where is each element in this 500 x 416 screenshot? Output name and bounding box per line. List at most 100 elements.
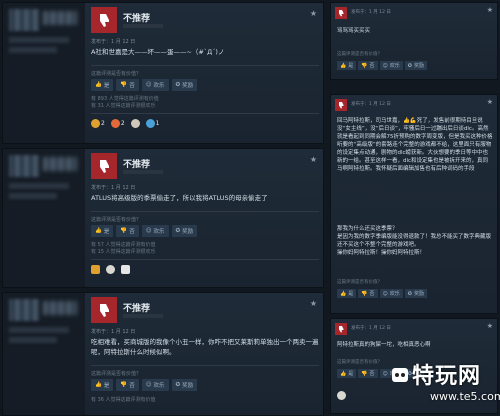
review-card: ★ 发布于：1 月 12 日 回马阿特拉斯，司马世嘉，👍💪死了，发售前很期待目旦… xyxy=(330,94,498,314)
garlic-icon xyxy=(106,265,115,274)
vote-yes-button[interactable]: 👍 是 xyxy=(337,61,357,70)
helpful-question: 这篇评测是否有价值？ xyxy=(91,371,142,377)
award-label: 奖励 xyxy=(182,383,194,389)
award-item[interactable] xyxy=(130,119,140,128)
helpful-question: 这篇评测是否有价值？ xyxy=(337,52,382,57)
laugh-icon: ☺ xyxy=(382,62,388,69)
avatar[interactable] xyxy=(9,299,39,321)
heart-eyes-icon xyxy=(91,119,100,128)
avatar[interactable] xyxy=(9,9,39,31)
award-button[interactable]: ✪ 奖励 xyxy=(171,225,198,237)
helpful-question: 这篇评测是否有价值？ xyxy=(337,360,382,365)
star-icon[interactable]: ★ xyxy=(487,6,493,14)
review-verdict: 不推荐 xyxy=(123,14,151,24)
star-icon[interactable]: ★ xyxy=(310,299,317,308)
laugh-icon xyxy=(110,119,120,128)
star-icon[interactable]: ★ xyxy=(487,98,493,106)
posted-date: 发布于：1 月 12 日 xyxy=(351,10,391,15)
vote-funny-button[interactable]: ☺欢乐 xyxy=(141,225,169,237)
reviewer-name[interactable] xyxy=(43,301,77,315)
divider xyxy=(91,259,319,260)
vote-yes-button[interactable]: 👍 是 xyxy=(337,289,357,298)
award-label: 奖励 xyxy=(413,63,424,69)
thumbs-down-icon xyxy=(91,153,117,179)
vote-funny-button[interactable]: ☺欢乐 xyxy=(379,289,403,298)
helpful-count: 有 893 人觉得这篇评测有价值 xyxy=(91,96,159,102)
posted-date: 发布于：1 月 12 日 xyxy=(351,102,391,107)
award-count: 2 xyxy=(120,120,125,127)
star-icon[interactable]: ★ xyxy=(310,9,317,18)
playtime xyxy=(123,170,163,174)
award-button[interactable]: ✪ 奖励 xyxy=(404,61,427,70)
camera-icon xyxy=(121,265,130,274)
vote-yes-label: 是 xyxy=(103,383,110,389)
vote-no-label: 否 xyxy=(129,383,135,389)
thumbs-up-icon: 👍 xyxy=(340,62,347,69)
award-count: 1 xyxy=(155,120,160,127)
star-icon[interactable]: ★ xyxy=(310,155,317,164)
award-item[interactable] xyxy=(106,265,115,274)
funny-count: 有 31 人觉得这篇评测很欢乐 xyxy=(91,103,156,109)
vote-funny-label: 欢乐 xyxy=(153,229,165,235)
reviewer-meta xyxy=(9,183,69,189)
vote-yes-button[interactable]: 👍 是 xyxy=(91,379,114,391)
vote-no-button[interactable]: 👎 否 xyxy=(358,369,378,378)
review-text: ATLUS将高级版的季票偷走了，所以我将ATLUS的母亲偷走了 xyxy=(91,194,268,202)
vote-funny-button[interactable]: ☺欢乐 xyxy=(379,61,403,70)
thumbs-down-icon xyxy=(91,7,117,33)
vote-no-label: 否 xyxy=(369,291,375,297)
award-item[interactable]: 2 xyxy=(91,119,105,128)
divider xyxy=(91,113,319,114)
reviewer-name[interactable] xyxy=(43,157,77,171)
review-text-continued: 那我为什么还买这季票？ 是因为我的数字季编版能没得退款了！我总不能买了数字典藏版… xyxy=(337,226,492,256)
reviewer-panel xyxy=(3,3,85,143)
thumbs-down-icon: 👎 xyxy=(361,62,368,69)
vote-yes-label: 是 xyxy=(103,229,110,235)
vote-yes-button[interactable]: 👍 是 xyxy=(337,369,357,378)
review-text: 吃相难看，买商城版的我像个小丑一样，你咋不把又莱斯莉单独出一个两卖一遍呢，阿特拉… xyxy=(91,338,319,356)
vote-funny-button[interactable]: ☺欢乐 xyxy=(141,79,169,91)
review-stats: 有 36 人觉得这篇评测有价值 xyxy=(91,397,156,404)
laugh-icon: ☺ xyxy=(145,228,152,234)
award-item[interactable]: 1 xyxy=(145,119,160,128)
award-label: 奖励 xyxy=(413,291,424,297)
review-text: 阿特拉斯真的狗屎一坨，吃相真恶心啊 xyxy=(337,342,431,348)
award-button[interactable]: ✪ 奖励 xyxy=(171,379,198,391)
thumbs-down-icon: 👎 xyxy=(361,370,368,377)
reviewer-meta xyxy=(9,193,57,199)
review-text: 骂骂骂买买买 xyxy=(337,28,371,34)
award-count: 2 xyxy=(101,120,105,127)
divider xyxy=(91,65,319,66)
award-icon: ✪ xyxy=(175,82,181,88)
award-button[interactable]: ✪ 奖励 xyxy=(404,289,427,298)
award-item[interactable] xyxy=(91,265,100,274)
laugh-icon: ☺ xyxy=(145,82,152,88)
vote-no-button[interactable]: 👎 否 xyxy=(116,379,139,391)
site-watermark: 特玩网 www.te5.com xyxy=(390,358,500,408)
thumbs-down-icon: 👎 xyxy=(120,382,128,388)
vote-no-button[interactable]: 👎 否 xyxy=(116,79,139,91)
review-verdict: 不推荐 xyxy=(123,160,151,170)
award-button[interactable]: ✪ 奖励 xyxy=(171,79,198,91)
vote-funny-label: 欢乐 xyxy=(153,383,165,389)
reviewer-meta xyxy=(9,37,69,43)
award-icon: ✪ xyxy=(175,382,181,388)
garlic-icon[interactable] xyxy=(337,391,346,400)
review-list-right: ★ 发布于：1 月 12 日 骂骂骂买买买 这篇评测是否有价值？ 👍 是 👎 否 ☺… xyxy=(330,0,500,416)
review-text: 回马阿特拉斯，司马世嘉，👍💪死了，发售前很期待目旦说没“女主线”，没“后日谈”，… xyxy=(337,118,493,172)
award-item[interactable] xyxy=(121,265,130,274)
vote-yes-button[interactable]: 👍 是 xyxy=(91,79,114,91)
avatar[interactable] xyxy=(9,155,39,177)
award-item[interactable]: 2 xyxy=(110,119,125,128)
star-icon[interactable]: ★ xyxy=(487,322,493,330)
review-card: ★ 发布于：1 月 12 日 骂骂骂买买买 这篇评测是否有价值？ 👍 是 👎 否 ☺… xyxy=(330,2,498,80)
vote-yes-button[interactable]: 👍 是 xyxy=(91,225,114,237)
helpful-count: 有 36 人觉得这篇评测有价值 xyxy=(91,397,156,403)
divider xyxy=(91,211,319,212)
vote-no-button[interactable]: 👎 否 xyxy=(358,289,378,298)
laugh-icon: ☺ xyxy=(382,290,388,297)
vote-funny-button[interactable]: ☺欢乐 xyxy=(141,379,169,391)
vote-no-button[interactable]: 👎 否 xyxy=(116,225,139,237)
reviewer-name[interactable] xyxy=(43,11,77,25)
vote-no-button[interactable]: 👎 否 xyxy=(358,61,378,70)
